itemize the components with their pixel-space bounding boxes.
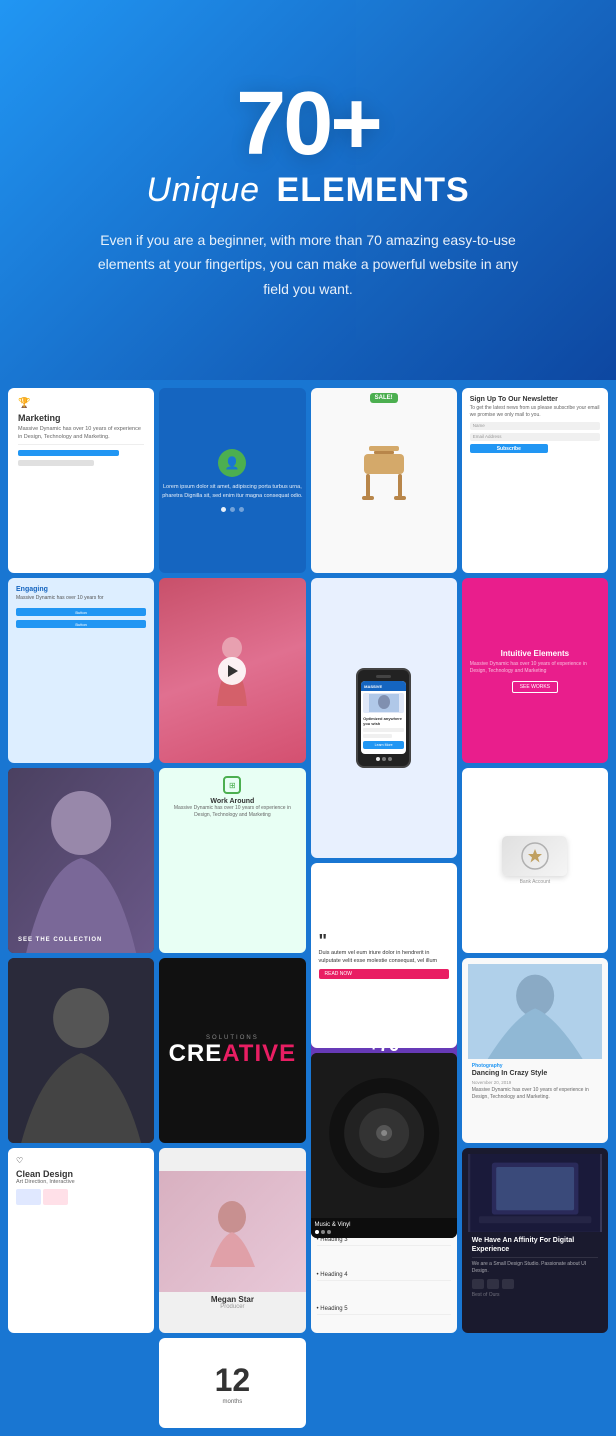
photography-label: Photography <box>472 1063 598 1069</box>
collection-overlay: SEE THE COLLECTION <box>18 937 102 943</box>
quote-text: Duis autem vel eum iriure dolor in hendr… <box>319 950 449 965</box>
newsletter-name-input[interactable]: Name <box>470 422 600 430</box>
megan-card: Megan Star Producer <box>159 1148 305 1333</box>
profile-text: Lorem ipsum dolor sit amet, adipiscing p… <box>159 483 305 501</box>
dancing-card: Photography Dancing In Crazy Style Novem… <box>462 958 608 1143</box>
num12-text: months <box>223 1399 243 1405</box>
quote-mark: " <box>319 932 449 950</box>
sale-badge: SALE! <box>370 393 398 403</box>
hero-subtitle-italic: Unique <box>146 171 260 209</box>
dj-pagination <box>315 1230 453 1234</box>
work-text: Massive Dynamic has over 10 years of exp… <box>167 805 297 819</box>
agency-desc: We are a Small Design Studio. Passionate… <box>472 1261 598 1275</box>
hero-section: 70+ Unique ELEMENTS Even if you are a be… <box>0 0 616 380</box>
best-label: Best of Ours <box>472 1292 598 1298</box>
intuitive-title: Intuitive Elements <box>501 649 569 658</box>
marketing-text: Massive Dynamic has over 10 years of exp… <box>18 426 144 441</box>
person-role: Producer <box>220 1304 244 1310</box>
work-icon: ⊞ <box>223 776 241 794</box>
clean-design-card: ♡ Clean Design Art Direction, Interactiv… <box>8 1148 154 1333</box>
chair-icon <box>354 441 414 521</box>
hero-subtitle-strong: ELEMENTS <box>277 171 470 209</box>
dancing-title: Dancing In Crazy Style <box>472 1070 598 1078</box>
agency-card: We Have An Affinity For Digital Experien… <box>462 1148 608 1333</box>
newsletter-email-input[interactable]: Email Address <box>470 433 600 441</box>
dj-card: Music & Vinyl <box>311 1053 457 1238</box>
profile-card: 👤 Lorem ipsum dolor sit amet, adipiscing… <box>159 388 305 573</box>
avatar: 👤 <box>218 449 246 477</box>
intuitive-text: Massive Dynamic has over 10 years of exp… <box>470 661 600 675</box>
sale-chair-card: SALE! <box>311 388 457 573</box>
engaging-label: Engaging <box>16 586 146 593</box>
work-around-card: ⊞ Work Around Massive Dynamic has over 1… <box>159 768 305 953</box>
intuitive-card: Intuitive Elements Massive Dynamic has o… <box>462 578 608 763</box>
bank-label: Bank Account <box>520 879 551 885</box>
dj-overlay: Music & Vinyl <box>311 1218 457 1238</box>
demo-grid: 🏆 Marketing Massive Dynamic has over 10 … <box>0 380 616 1436</box>
number-12: 12 <box>215 1362 251 1399</box>
person-name: Megan Star <box>211 1295 254 1304</box>
agency-title: We Have An Affinity For Digital Experien… <box>472 1236 598 1254</box>
clean-design-title: Clean Design <box>16 1169 146 1179</box>
marketing-card: 🏆 Marketing Massive Dynamic has over 10 … <box>8 388 154 573</box>
read-now-button[interactable]: READ NOW <box>319 969 449 979</box>
dancing-text: Massive Dynamic has over 10 years of exp… <box>472 1087 598 1101</box>
quote-card: " Duis autem vel eum iriure dolor in hen… <box>311 863 457 1048</box>
creative-card: SOLUTIONS CREATIVE <box>159 958 305 1143</box>
bank-card: Bank Account <box>462 768 608 953</box>
newsletter-title: Sign Up To Our Newsletter <box>470 396 600 403</box>
phone-mockup: MASSIVE Optimized anywhere you wish Lear… <box>356 668 411 768</box>
play-button[interactable] <box>218 657 246 685</box>
heading-4: • Heading 4 <box>317 1270 451 1281</box>
newsletter-text: To get the latest news from us please su… <box>470 405 600 419</box>
collection-card: SEE THE COLLECTION <box>8 768 154 953</box>
heading-5: • Heading 5 <box>317 1304 451 1315</box>
num12-card: 12 months <box>159 1338 305 1428</box>
collection-label: SEE THE COLLECTION <box>18 937 102 943</box>
marketing-title: Marketing <box>18 413 144 423</box>
hero-subtitle: Unique ELEMENTS <box>146 171 469 210</box>
hero-description: Even if you are a beginner, with more th… <box>93 228 523 302</box>
newsletter-card: Sign Up To Our Newsletter To get the lat… <box>462 388 608 573</box>
bank-card-visual <box>502 836 567 876</box>
phone-card: MASSIVE Optimized anywhere you wish Lear… <box>311 578 457 858</box>
dark-person-card <box>8 958 154 1143</box>
work-title: Work Around <box>167 798 297 805</box>
clean-design-sub: Art Direction, Interactive <box>16 1179 146 1185</box>
video-card <box>159 578 305 763</box>
dancing-date: November 20, 2019 <box>472 1080 598 1085</box>
subscribe-button[interactable]: Subscribe <box>470 444 548 453</box>
creative-text: CREATIVE <box>169 1043 297 1066</box>
see-works-button[interactable]: SEE WORKS <box>512 681 558 693</box>
engaging-card: Engaging Massive Dynamic has over 10 yea… <box>8 578 154 763</box>
hero-number: 70+ <box>236 79 380 169</box>
